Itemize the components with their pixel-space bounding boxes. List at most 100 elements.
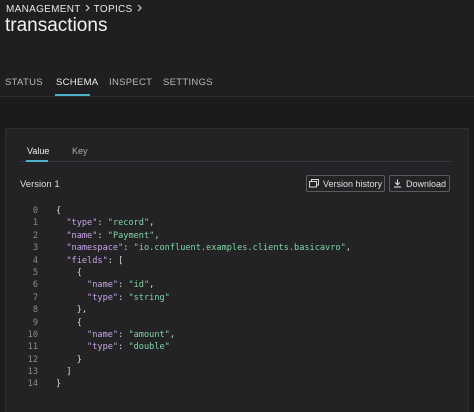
- history-icon: [308, 179, 319, 188]
- json-string: "double": [128, 342, 170, 353]
- json-key: "name": [56, 230, 98, 241]
- json-punctuation: ]: [56, 367, 72, 378]
- json-punctuation: ,: [149, 218, 155, 229]
- code-line: 10 "name": "amount",: [20, 329, 460, 341]
- schema-code-viewer[interactable]: 0 {1 "type": "record", 2 "name": "Payment"…: [20, 205, 460, 391]
- code-text: {: [56, 205, 61, 217]
- active-tab-indicator: [55, 94, 90, 96]
- json-key: "fields": [56, 255, 108, 266]
- version-history-label: Version history: [322, 178, 383, 189]
- line-number: 10: [27, 329, 38, 340]
- json-string: "id": [128, 280, 150, 291]
- line-number: 6: [32, 280, 38, 291]
- json-string: "io.confluent.examples.clients.basicavro…: [133, 243, 346, 254]
- json-key: "name": [56, 280, 119, 291]
- schema-subtabs: Value Key: [21, 143, 451, 162]
- json-key: "type": [56, 292, 119, 303]
- line-number: 5: [32, 267, 38, 278]
- code-line: 9 {: [20, 317, 460, 329]
- line-number: 8: [32, 305, 38, 316]
- json-string: "string": [128, 292, 170, 303]
- code-line: 5 {: [20, 267, 460, 279]
- code-line: 12 }: [20, 354, 460, 366]
- json-string: "record": [107, 218, 150, 229]
- code-line: 11 "type": "double": [20, 341, 460, 353]
- line-number: 7: [32, 292, 38, 303]
- code-line: 7 "type": "string": [20, 292, 460, 304]
- chevron-right-icon: [136, 4, 143, 15]
- active-subtab-indicator: [26, 160, 48, 162]
- code-text: "name": "amount",: [56, 329, 175, 341]
- chevron-right-icon: [84, 4, 91, 15]
- json-punctuation: ,: [154, 230, 160, 241]
- json-punctuation: {: [56, 317, 82, 328]
- line-number: 14: [27, 379, 38, 390]
- code-text: "type": "record",: [56, 217, 154, 229]
- json-punctuation: :: [118, 342, 129, 353]
- code-line: 13 ]: [20, 366, 460, 378]
- code-line: 8 },: [20, 304, 460, 316]
- json-key: "namespace": [56, 243, 124, 254]
- subtab-key[interactable]: Key: [72, 146, 88, 156]
- code-text: "type": "string": [56, 292, 170, 304]
- download-button[interactable]: Download: [389, 175, 450, 192]
- code-text: {: [56, 267, 82, 279]
- json-punctuation: ,: [169, 329, 176, 340]
- json-punctuation: ,: [149, 280, 155, 291]
- code-line: 14}: [20, 378, 460, 390]
- code-line: 3 "namespace": "io.confluent.examples.cl…: [20, 242, 460, 254]
- schema-panel: Value Key Version 1 Version history Down…: [5, 128, 469, 412]
- tab-status[interactable]: STATUS: [5, 77, 43, 88]
- code-text: "type": "double": [56, 341, 170, 353]
- json-punctuation: ,: [345, 243, 351, 254]
- json-key: "type": [56, 218, 98, 229]
- json-punctuation: {: [56, 267, 82, 278]
- json-punctuation: : [: [107, 255, 124, 266]
- line-number: 9: [32, 317, 38, 328]
- code-text: "fields": [: [56, 255, 123, 267]
- json-string: "amount": [128, 329, 170, 340]
- line-number: 4: [32, 255, 38, 266]
- json-key: "name": [56, 329, 119, 340]
- json-key: "type": [56, 342, 119, 353]
- json-punctuation: },: [56, 305, 88, 316]
- line-number: 13: [27, 367, 38, 378]
- version-label: Version 1: [20, 179, 60, 190]
- json-punctuation: }: [56, 354, 82, 365]
- code-line: 2 "name": "Payment",: [20, 230, 460, 242]
- json-punctuation: :: [97, 218, 108, 229]
- line-number: 2: [32, 230, 38, 241]
- code-text: }: [56, 378, 61, 390]
- json-punctuation: :: [118, 329, 129, 340]
- json-punctuation: :: [97, 230, 108, 241]
- line-number: 0: [32, 206, 38, 216]
- code-text: "namespace": "io.confluent.examples.clie…: [56, 242, 351, 254]
- line-number: 3: [32, 243, 38, 254]
- json-punctuation: :: [123, 243, 134, 254]
- tab-settings[interactable]: SETTINGS: [163, 77, 213, 88]
- json-punctuation: {: [56, 206, 62, 216]
- code-text: },: [56, 304, 87, 316]
- breadcrumb-management[interactable]: MANAGEMENT: [6, 4, 81, 15]
- line-number: 11: [27, 342, 38, 353]
- subtab-value[interactable]: Value: [27, 146, 49, 156]
- json-punctuation: :: [118, 292, 129, 303]
- breadcrumb: MANAGEMENT TOPICS: [6, 4, 146, 15]
- code-text: "name": "id",: [56, 279, 154, 291]
- version-history-button[interactable]: Version history: [306, 175, 385, 192]
- breadcrumb-topics[interactable]: TOPICS: [94, 4, 133, 15]
- tab-bar: STATUS SCHEMA INSPECT SETTINGS: [0, 74, 474, 97]
- code-line: 4 "fields": [: [20, 255, 460, 267]
- code-text: "name": "Payment",: [56, 230, 160, 242]
- code-text: ]: [56, 366, 72, 378]
- json-string: "Payment": [107, 230, 155, 241]
- json-punctuation: :: [118, 280, 129, 291]
- tab-schema[interactable]: SCHEMA: [56, 77, 98, 88]
- page-header: MANAGEMENT TOPICS transactions STATUS SC…: [0, 0, 474, 97]
- json-punctuation: }: [56, 379, 62, 390]
- code-line: 6 "name": "id",: [20, 279, 460, 291]
- tab-inspect[interactable]: INSPECT: [109, 77, 152, 88]
- page-title: transactions: [5, 15, 108, 36]
- code-line: 1 "type": "record",: [20, 217, 460, 229]
- line-number: 12: [27, 354, 38, 365]
